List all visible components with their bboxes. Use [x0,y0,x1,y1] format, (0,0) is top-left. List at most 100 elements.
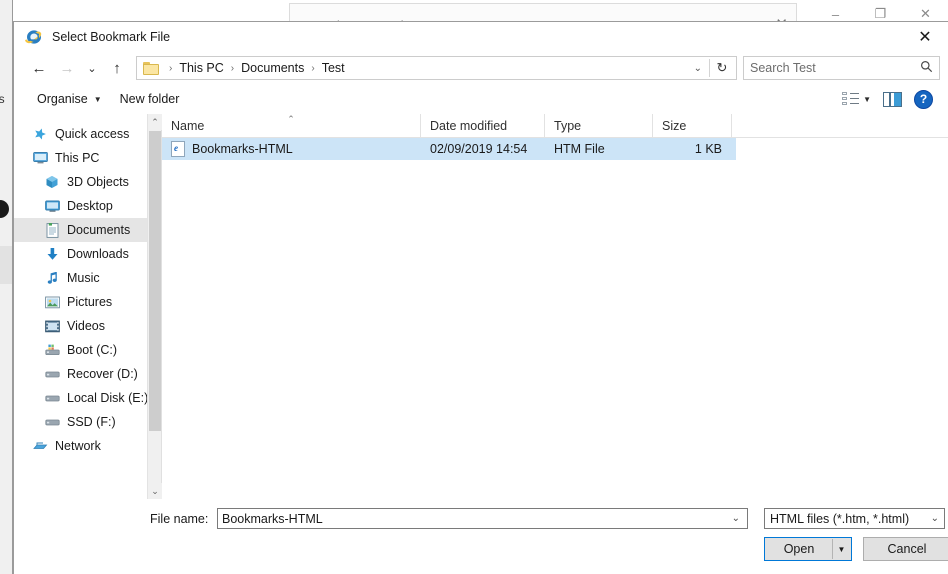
star-icon [32,126,48,142]
sidebar-item-boot-c[interactable]: Boot (C:) [14,338,147,362]
video-icon [44,318,60,334]
close-icon[interactable]: ✕ [902,22,948,52]
organise-label: Organise [37,92,88,106]
drive-icon [44,366,60,382]
recent-locations-button[interactable]: ⌄ [81,55,103,81]
cube-icon [44,174,60,190]
open-dropdown-arrow-icon[interactable]: ▼ [833,539,850,559]
desktop-icon [44,198,60,214]
sidebar-item-videos[interactable]: Videos [14,314,147,338]
file-date-cell: 02/09/2019 14:54 [430,142,528,156]
chevron-down-icon: ▼ [863,94,871,104]
sidebar-item-label: Boot (C:) [67,343,118,357]
file-type-filter-select[interactable]: HTML files (*.htm, *.html) ⌄ [764,508,945,529]
column-header-type[interactable]: Type [545,114,653,137]
sidebar-item-pictures[interactable]: Pictures [14,290,147,314]
search-input[interactable]: Search Test [743,56,940,80]
file-name-input[interactable]: Bookmarks-HTML ⌄ [217,508,748,529]
breadcrumb-item-test[interactable]: Test [320,61,347,75]
sidebar-item-local-disk-e[interactable]: Local Disk (E:) [14,386,147,410]
new-folder-label: New folder [119,92,180,106]
internet-explorer-icon [25,28,43,46]
breadcrumb[interactable]: › This PC › Documents › Test ⌄ ↻ [136,56,737,80]
dialog-footer: File name: Bookmarks-HTML ⌄ HTML files (… [14,499,948,574]
breadcrumb-item-documents[interactable]: Documents [239,61,306,75]
sidebar-item-label: Recover (D:) [67,367,138,381]
sidebar-item-network[interactable]: Network [14,434,147,458]
file-list: ⌃ Name Date modified Type Size e Bookmar… [161,114,948,499]
chevron-down-icon: ▼ [93,94,102,104]
htm-file-icon: e [171,141,185,157]
sidebar-item-label: Videos [67,319,105,333]
navigation-sidebar: Quick access This PC 3D Objects Desktop [14,114,147,499]
chevron-down-icon[interactable]: ⌄ [732,513,743,524]
breadcrumb-item-this-pc[interactable]: This PC [177,61,225,75]
sidebar-item-3d-objects[interactable]: 3D Objects [14,170,147,194]
view-options-button[interactable]: ▼ [837,88,876,110]
file-name: Bookmarks-HTML [192,142,293,156]
dialog-body: Quick access This PC 3D Objects Desktop [14,114,948,499]
sidebar-item-desktop[interactable]: Desktop [14,194,147,218]
chevron-down-icon[interactable]: ⌄ [690,63,709,74]
documents-icon [44,222,60,238]
search-icon [920,60,933,76]
scroll-up-icon[interactable]: ⌃ [148,114,162,130]
help-icon: ? [914,89,933,109]
refresh-icon[interactable]: ↻ [710,56,734,80]
help-button[interactable]: ? [909,88,938,110]
sidebar-item-this-pc[interactable]: This PC [14,146,147,170]
column-header-label: Name [171,118,205,133]
file-name-cell: e Bookmarks-HTML [162,141,421,157]
organise-button[interactable]: Organise ▼ [28,87,111,111]
sidebar-item-ssd-f[interactable]: SSD (F:) [14,410,147,434]
search-placeholder: Search Test [750,61,816,75]
back-button[interactable]: ← [25,55,53,81]
drive-icon [44,414,60,430]
scroll-down-icon[interactable]: ⌄ [148,483,162,499]
sidebar-item-quick-access[interactable]: Quick access [14,122,147,146]
sidebar-item-label: Network [55,439,101,453]
column-header-size[interactable]: Size [653,114,732,137]
preview-pane-button[interactable] [878,88,907,110]
folder-icon [143,61,159,75]
column-header-filler [732,114,948,137]
monitor-icon [32,150,48,166]
dialog-title: Select Bookmark File [52,30,171,44]
cancel-button[interactable]: Cancel [863,537,948,561]
sidebar-item-label: Desktop [67,199,113,213]
column-header-label: Date modified [430,118,508,133]
chevron-down-icon: ⌄ [930,513,939,524]
download-icon [44,246,60,262]
background-circle-decoration [0,200,9,218]
file-type-cell: HTM File [554,142,605,156]
breadcrumb-separator: › [230,62,235,74]
forward-button[interactable]: → [53,55,81,81]
scrollbar-thumb[interactable] [149,131,161,431]
sidebar-item-documents[interactable]: Documents [14,218,147,242]
file-list-rows: e Bookmarks-HTML 02/09/2019 14:54 HTM Fi… [162,138,948,499]
column-header-label: Type [554,118,582,133]
open-button-label[interactable]: Open [766,539,833,559]
open-button[interactable]: Open ▼ [764,537,852,561]
column-header-name[interactable]: ⌃ Name [162,114,421,137]
file-size-cell: 1 KB [694,142,722,156]
navigation-bar: ← → ⌄ ↑ › This PC › Documents › Test ⌄ ↻… [14,52,948,84]
sidebar-item-music[interactable]: Music [14,266,147,290]
view-list-icon [842,92,860,106]
sidebar-item-downloads[interactable]: Downloads [14,242,147,266]
breadcrumb-separator: › [311,62,315,74]
sidebar-item-recover-d[interactable]: Recover (D:) [14,362,147,386]
sidebar-scrollbar[interactable]: ⌃ ⌄ [147,114,162,499]
column-header-date-modified[interactable]: Date modified [421,114,545,137]
sidebar-item-label: SSD (F:) [67,415,116,429]
breadcrumb-separator: › [169,62,173,74]
up-button[interactable]: ↑ [103,55,131,81]
file-name-value: Bookmarks-HTML [222,511,323,526]
toolbar-right-group: ▼ ? [837,88,938,110]
new-folder-button[interactable]: New folder [111,87,189,111]
dialog-titlebar: Select Bookmark File ✕ [14,22,948,52]
preview-pane-icon [883,91,902,107]
background-band-decoration [0,246,12,284]
table-row[interactable]: e Bookmarks-HTML 02/09/2019 14:54 HTM Fi… [162,138,736,160]
system-drive-icon [44,342,60,358]
